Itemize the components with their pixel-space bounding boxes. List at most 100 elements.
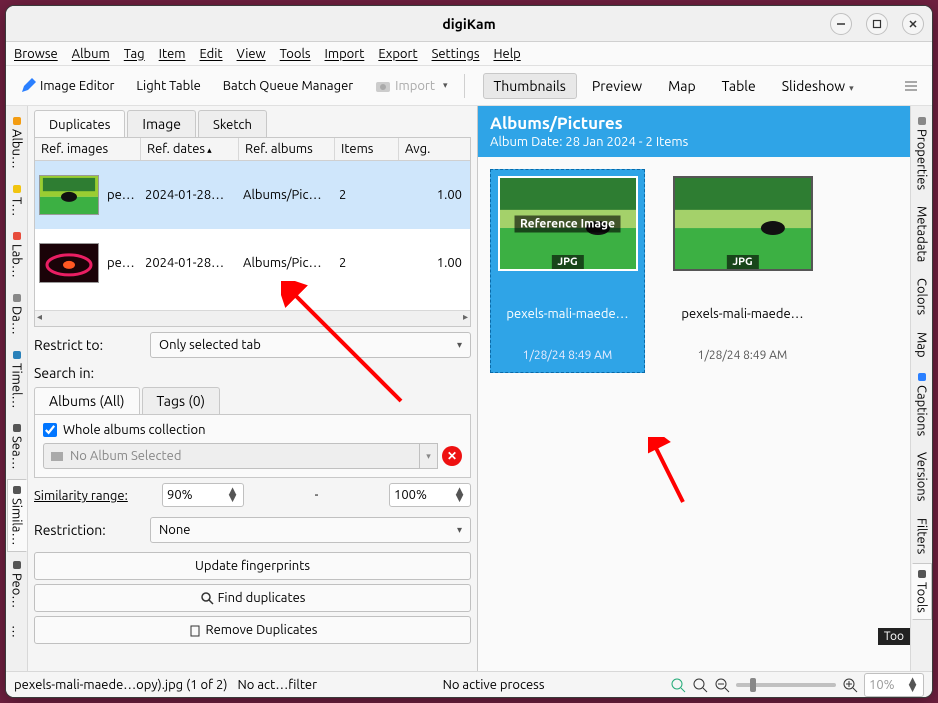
result-thumb xyxy=(39,175,99,215)
toolbar-separator xyxy=(464,74,465,98)
zoom-spin[interactable]: 10%▲▼ xyxy=(864,673,924,697)
rail-similarity[interactable]: Simila… xyxy=(7,479,27,552)
result-row[interactable]: pe… 2024-01-28… Albums/Pic… 2 1.00 xyxy=(35,161,470,229)
camera-icon xyxy=(375,78,391,94)
maximize-button[interactable] xyxy=(866,13,888,35)
rail-tools[interactable]: Tools xyxy=(912,563,932,620)
results-hscroll[interactable] xyxy=(35,310,470,326)
find-duplicates-button[interactable]: Find duplicates xyxy=(34,584,471,612)
thumbnail-item[interactable]: JPG pexels-mali-maede… 1/28/24 8:49 AM xyxy=(665,169,820,373)
window-title: digiKam xyxy=(442,16,495,32)
close-button[interactable] xyxy=(902,13,924,35)
col-ref-dates[interactable]: Ref. dates xyxy=(141,138,239,160)
tab-tags-zero[interactable]: Tags (0) xyxy=(142,387,220,414)
col-ref-albums[interactable]: Ref. albums xyxy=(239,138,335,160)
tab-albums-all[interactable]: Albums (All) xyxy=(34,387,140,414)
zoom-100-icon[interactable] xyxy=(692,677,708,693)
rail-more[interactable]: … xyxy=(7,618,27,645)
rail-albums[interactable]: Albu… xyxy=(7,110,27,176)
menu-export[interactable]: Export xyxy=(378,47,417,61)
thumbnail-date: 1/28/24 8:49 AM xyxy=(670,349,815,362)
window-controls xyxy=(830,13,924,35)
album-subtitle: Album Date: 28 Jan 2024 - 2 Items xyxy=(490,135,898,149)
restriction-combo[interactable]: None xyxy=(150,517,471,543)
whole-albums-checkbox[interactable]: Whole albums collection xyxy=(43,423,462,437)
menu-item[interactable]: Item xyxy=(159,47,186,61)
rail-people[interactable]: Peo… xyxy=(7,554,27,615)
minimize-button[interactable] xyxy=(830,13,852,35)
rail-labels[interactable]: Lab… xyxy=(7,225,27,285)
zoom-in-icon[interactable] xyxy=(842,677,858,693)
view-bar: Thumbnails Preview Map Table Slideshow xyxy=(483,73,865,99)
view-preview[interactable]: Preview xyxy=(581,73,653,99)
col-ref-images[interactable]: Ref. images xyxy=(35,138,141,160)
rail-map[interactable]: Map xyxy=(912,325,932,365)
menu-browse[interactable]: Browse xyxy=(14,47,58,61)
left-panel: Duplicates Image Sketch Ref. images Ref.… xyxy=(28,106,478,671)
tab-sketch[interactable]: Sketch xyxy=(198,110,267,137)
col-items[interactable]: Items xyxy=(335,138,399,160)
menu-album[interactable]: Album xyxy=(72,47,110,61)
thumbnail-name: pexels-mali-maede… xyxy=(670,307,815,321)
rail-properties[interactable]: Properties xyxy=(912,110,932,197)
view-table[interactable]: Table xyxy=(711,73,767,99)
update-fingerprints-button[interactable]: Update fingerprints xyxy=(34,552,471,580)
menu-help[interactable]: Help xyxy=(493,47,520,61)
menu-edit[interactable]: Edit xyxy=(199,47,222,61)
col-avg[interactable]: Avg. xyxy=(399,138,470,160)
rail-captions[interactable]: Captions xyxy=(912,366,932,443)
thumbnail-name: pexels-mali-maede… xyxy=(495,307,640,321)
rail-colors[interactable]: Colors xyxy=(912,271,932,322)
zoom-out-icon[interactable] xyxy=(714,677,730,693)
result-row[interactable]: pe… 2024-01-28… Albums/Pic… 2 1.00 xyxy=(35,229,470,297)
restrict-label: Restrict to: xyxy=(34,337,144,353)
reference-badge: Reference Image xyxy=(514,215,621,232)
rail-timeline[interactable]: Timel… xyxy=(7,344,27,415)
album-clear-button[interactable]: ✕ xyxy=(442,446,462,466)
results-header: Ref. images Ref. dates Ref. albums Items… xyxy=(35,138,470,161)
view-thumbnails[interactable]: Thumbnails xyxy=(483,73,577,99)
result-thumb xyxy=(39,243,99,283)
menu-view[interactable]: View xyxy=(237,47,266,61)
searchin-tabs: Albums (All) Tags (0) xyxy=(34,387,471,414)
sim-max-spin[interactable]: 100%▲▼ xyxy=(389,483,471,507)
tab-duplicates[interactable]: Duplicates xyxy=(34,110,125,137)
light-table-button[interactable]: Light Table xyxy=(130,75,206,97)
rail-versions[interactable]: Versions xyxy=(912,445,932,508)
rail-dates[interactable]: Da… xyxy=(7,287,27,342)
thumbnail-image: Reference Image JPG xyxy=(498,176,638,271)
restrict-combo[interactable]: Only selected tab xyxy=(150,332,471,358)
whole-albums-check[interactable] xyxy=(43,423,57,437)
titlebar: digiKam xyxy=(6,6,932,42)
menu-tag[interactable]: Tag xyxy=(124,47,145,61)
menu-tools[interactable]: Tools xyxy=(280,47,311,61)
sim-min-spin[interactable]: 90%▲▼ xyxy=(162,483,244,507)
thumbnail-date: 1/28/24 8:49 AM xyxy=(495,349,640,362)
menu-settings[interactable]: Settings xyxy=(432,47,480,61)
zoom-fit-icon[interactable] xyxy=(670,677,686,693)
remove-duplicates-button[interactable]: Remove Duplicates xyxy=(34,616,471,644)
right-panel: Albums/Pictures Album Date: 28 Jan 2024 … xyxy=(478,106,910,671)
rail-metadata[interactable]: Metadata xyxy=(912,199,932,269)
album-dropdown[interactable]: ▾ xyxy=(420,443,438,469)
view-map[interactable]: Map xyxy=(657,73,707,99)
album-selector: No Album Selected ▾ ✕ xyxy=(43,443,462,469)
menu-import[interactable]: Import xyxy=(325,47,365,61)
batch-queue-button[interactable]: Batch Queue Manager xyxy=(217,75,359,97)
thumbnail-item[interactable]: Reference Image JPG pexels-mali-maede… 1… xyxy=(490,169,645,373)
zoom-slider[interactable] xyxy=(736,683,836,687)
rail-tags[interactable]: T… xyxy=(7,178,27,223)
rail-search[interactable]: Sea… xyxy=(7,417,27,477)
thumbnail-area[interactable]: Reference Image JPG pexels-mali-maede… 1… xyxy=(478,157,910,671)
trash-icon xyxy=(188,623,202,637)
tab-image[interactable]: Image xyxy=(127,110,196,137)
image-editor-button[interactable]: Image Editor xyxy=(14,74,120,98)
left-sidebar-rail: Albu… T… Lab… Da… Timel… Sea… Simila… Pe… xyxy=(6,106,28,671)
toolbar: Image Editor Light Table Batch Queue Man… xyxy=(6,66,932,106)
import-button[interactable]: Import xyxy=(369,74,453,98)
rail-filters[interactable]: Filters xyxy=(912,511,932,561)
view-slideshow[interactable]: Slideshow xyxy=(771,73,865,99)
tooltip: Too xyxy=(878,628,910,645)
toolbar-overflow[interactable] xyxy=(898,75,924,97)
statusbar: pexels-mali-maede…opy).jpg (1 of 2) No a… xyxy=(6,671,932,697)
